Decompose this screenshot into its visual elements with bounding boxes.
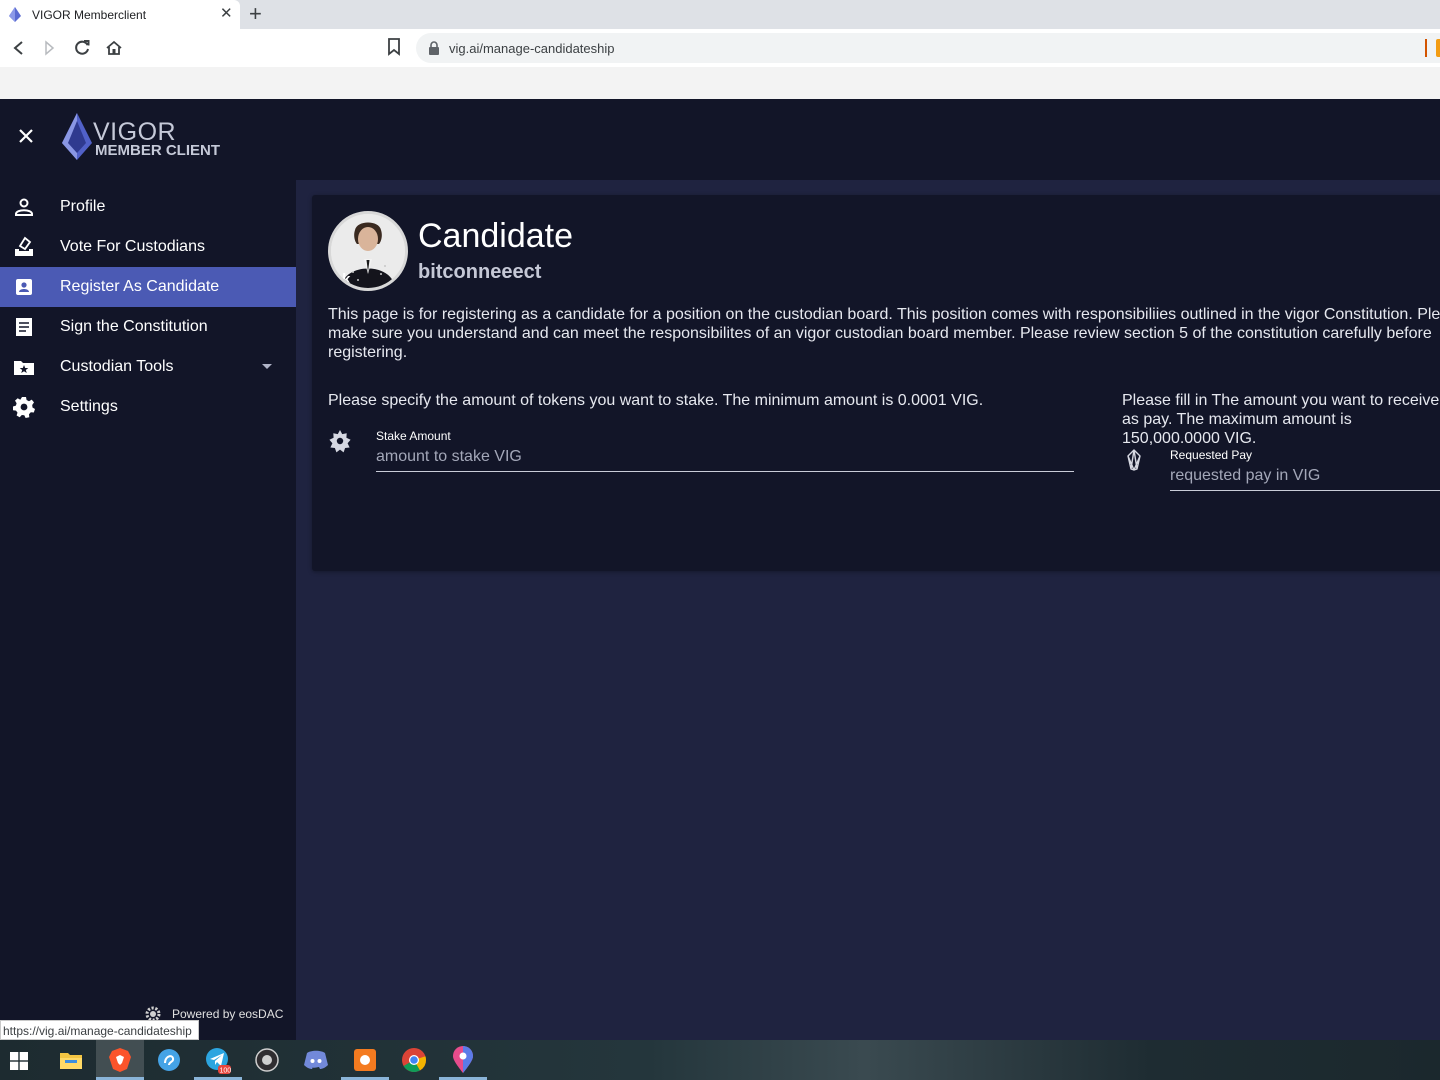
browser-tab[interactable]: VIGOR Memberclient ✕: [0, 0, 240, 29]
vigor-diamond-icon: [62, 113, 92, 160]
logo-subtitle: MEMBER CLIENT: [95, 142, 220, 159]
file-explorer-icon[interactable]: [57, 1046, 85, 1074]
tab-close-icon[interactable]: ✕: [220, 5, 233, 23]
requested-pay-section: Please fill in The amount you want to re…: [1122, 391, 1440, 491]
obs-studio-icon[interactable]: [253, 1046, 281, 1074]
description-text: This page is for registering as a candid…: [328, 306, 1440, 361]
gear-icon: [13, 397, 35, 418]
telegram-badge: 100: [220, 1068, 232, 1075]
divider: [1425, 39, 1427, 57]
candidate-username: bitconneeect: [418, 261, 542, 283]
sidebar-item-label: Profile: [60, 198, 106, 215]
stake-gear-icon: [329, 430, 351, 453]
reload-icon[interactable]: [71, 37, 93, 59]
sidebar-item-label: Sign the Constitution: [60, 318, 208, 335]
windows-taskbar: 100: [0, 1040, 1440, 1080]
avatar: ok: [328, 211, 408, 291]
powered-by-text: Powered by eosDAC: [172, 1007, 284, 1021]
close-menu-icon[interactable]: [14, 124, 38, 148]
sidebar-item-custodian-tools[interactable]: Custodian Tools: [0, 347, 296, 387]
sidebar-item-label: Vote For Custodians: [60, 238, 205, 255]
url-text[interactable]: vig.ai/manage-candidateship: [449, 41, 615, 56]
sidebar-item-register[interactable]: Register As Candidate: [0, 267, 296, 307]
address-bar[interactable]: vig.ai/manage-candidateship: [416, 33, 1440, 63]
tab-strip: VIGOR Memberclient ✕ +: [0, 0, 1440, 29]
lock-icon[interactable]: [428, 41, 440, 55]
id-badge-icon: [16, 279, 32, 295]
discord-icon[interactable]: [302, 1046, 330, 1074]
chevron-down-icon[interactable]: [262, 364, 272, 369]
stake-section: Please specify the amount of tokens you …: [328, 391, 1088, 472]
sidebar-item-constitution[interactable]: Sign the Constitution: [0, 307, 296, 347]
ballot-box-icon: [15, 236, 33, 256]
bookmark-icon[interactable]: [386, 37, 402, 57]
sidebar: Profile Vote For Custodians Register As …: [0, 180, 296, 1040]
sidebar-item-vote[interactable]: Vote For Custodians: [0, 227, 296, 267]
sidebar-item-settings[interactable]: Settings: [0, 387, 296, 427]
requested-pay-label: Requested Pay: [1170, 448, 1253, 462]
vigor-logo[interactable]: VIGOR MEMBER CLIENT: [60, 113, 235, 163]
sidebar-item-profile[interactable]: Profile: [0, 187, 296, 227]
browser-toolbar: vig.ai/manage-candidateship: [0, 29, 1440, 67]
forward-icon[interactable]: [39, 37, 61, 59]
avatar-initials: ok: [333, 271, 351, 288]
folder-star-icon: [14, 361, 34, 375]
candidate-card: ok Candidate bitconneeect This page is f…: [312, 195, 1440, 571]
chrome-icon[interactable]: [400, 1046, 428, 1074]
back-icon[interactable]: [8, 37, 30, 59]
status-bar-url: https://vig.ai/manage-candidateship: [0, 1020, 199, 1040]
tab-title: VIGOR Memberclient: [32, 8, 147, 22]
home-icon[interactable]: [103, 37, 125, 59]
sidebar-item-label: Register As Candidate: [60, 278, 220, 295]
stake-amount-label: Stake Amount: [376, 429, 451, 443]
orange-app-icon[interactable]: [351, 1046, 379, 1074]
pay-instruction: Please fill in The amount you want to re…: [1122, 392, 1440, 447]
windows-start-icon[interactable]: [10, 1052, 28, 1070]
sidebar-item-label: Custodian Tools: [60, 358, 174, 375]
telegram-icon[interactable]: 100: [204, 1046, 232, 1074]
bookmarks-bar: [0, 67, 1440, 99]
avatar-photo: ok: [331, 214, 405, 288]
vigor-favicon-icon: [9, 7, 21, 22]
requested-pay-input[interactable]: [1170, 461, 1440, 491]
page-title: Candidate: [418, 217, 574, 255]
stake-instruction: Please specify the amount of tokens you …: [328, 392, 984, 409]
sidebar-item-label: Settings: [60, 398, 118, 415]
new-tab-button[interactable]: +: [249, 2, 262, 26]
person-icon: [15, 198, 33, 216]
stake-amount-input[interactable]: [376, 442, 1074, 472]
generic-app-icon[interactable]: [155, 1046, 183, 1074]
app-header: VIGOR MEMBER CLIENT: [0, 99, 1440, 180]
maps-pin-app-icon[interactable]: [449, 1046, 477, 1074]
eos-icon: [1127, 449, 1141, 471]
brave-browser-icon[interactable]: [106, 1046, 134, 1074]
document-icon: [16, 318, 32, 336]
brave-shield-icon[interactable]: [1436, 39, 1440, 57]
